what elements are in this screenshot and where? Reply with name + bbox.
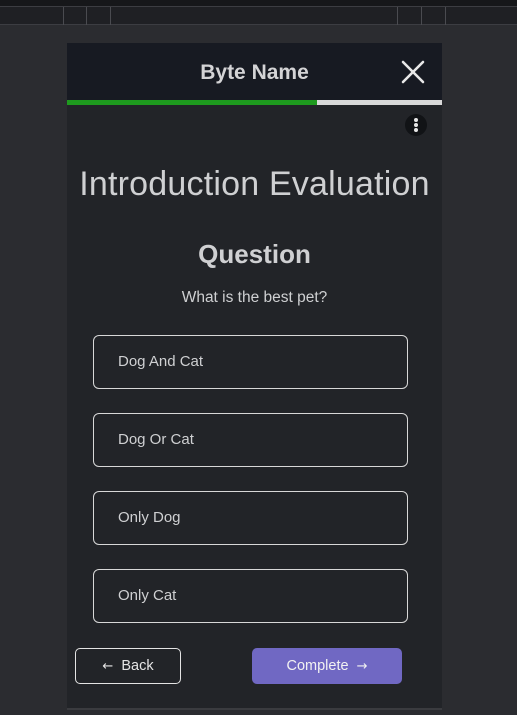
modal-header: Byte Name [67, 43, 442, 100]
answer-option[interactable]: Dog And Cat [93, 335, 408, 389]
answer-option-label: Only Cat [118, 587, 177, 604]
back-button[interactable]: ← Back [75, 648, 181, 684]
complete-button-label: Complete [286, 658, 349, 674]
page-title: Introduction Evaluation [79, 165, 430, 203]
close-icon [401, 60, 425, 84]
more-options-button[interactable] [405, 114, 427, 136]
host-toolbar [0, 0, 517, 25]
toolbar-cell [397, 7, 398, 25]
arrow-right-icon: → [356, 659, 368, 674]
complete-button[interactable]: Complete → [252, 648, 402, 684]
answer-option[interactable]: Only Cat [93, 569, 408, 623]
progress-bar [67, 100, 442, 105]
toolbar-cell [86, 7, 87, 25]
toolbar-cell [445, 7, 446, 25]
modal-title: Byte Name [200, 61, 309, 84]
question-text: What is the best pet? [181, 289, 328, 306]
progress-bar-fill [67, 100, 318, 105]
arrow-left-icon: ← [102, 659, 114, 674]
host-toolbar-edge [0, 0, 517, 7]
back-button-label: Back [121, 658, 154, 674]
answer-option[interactable]: Only Dog [93, 491, 408, 545]
toolbar-cell [63, 7, 64, 25]
answer-option-label: Dog And Cat [118, 353, 204, 370]
answer-option[interactable]: Dog Or Cat [93, 413, 408, 467]
evaluation-modal: Byte Name Introduction Evaluation Questi… [67, 43, 442, 710]
close-button[interactable] [398, 57, 428, 87]
section-heading: Question [198, 239, 311, 269]
toolbar-cell [421, 7, 422, 25]
toolbar-cell [110, 7, 111, 25]
answer-option-label: Only Dog [118, 509, 181, 526]
answer-option-label: Dog Or Cat [118, 431, 194, 448]
